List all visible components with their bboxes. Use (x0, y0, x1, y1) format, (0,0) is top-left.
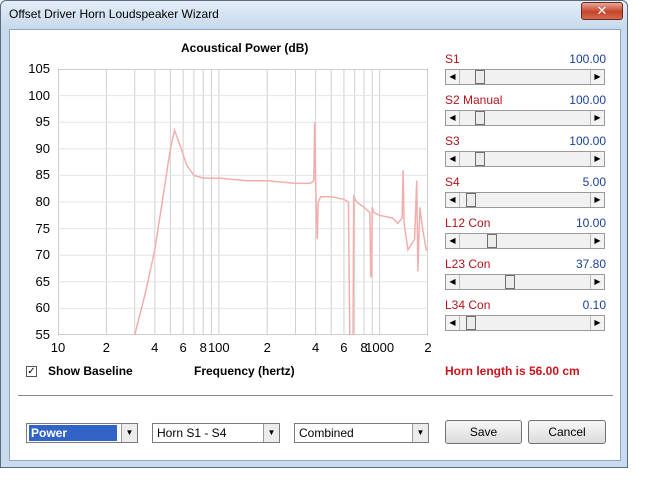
power-chart (58, 69, 428, 335)
slider-label: L12 Con (445, 216, 491, 230)
scroll-left-icon[interactable]: ◀ (446, 275, 460, 289)
slider-value: 10.00 (575, 216, 606, 230)
slider-track[interactable]: ◀ ▶ (445, 233, 605, 249)
slider-track[interactable]: ◀ ▶ (445, 274, 605, 290)
scroll-left-icon[interactable]: ◀ (446, 70, 460, 84)
combination-dropdown-value: Combined (299, 426, 354, 440)
slider-value: 100.00 (569, 52, 606, 66)
x-tick-label: 1000 (365, 340, 395, 355)
slider-thumb[interactable] (504, 275, 515, 289)
y-tick-label: 65 (35, 273, 50, 289)
scroll-right-icon[interactable]: ▶ (590, 234, 604, 248)
slider-value: 100.00 (569, 93, 606, 107)
scroll-right-icon[interactable]: ▶ (590, 316, 604, 330)
y-tick-label: 80 (35, 194, 50, 209)
scroll-left-icon[interactable]: ◀ (446, 111, 460, 125)
x-tick-label: 10 (50, 340, 66, 355)
mode-dropdown[interactable]: Power ▼ (26, 423, 138, 443)
slider-label: S1 (445, 52, 460, 66)
wizard-window: Offset Driver Horn Loudspeaker Wizard ✕ … (0, 0, 628, 468)
x-tick-label: 4 (151, 340, 159, 355)
y-tick-label: 60 (35, 300, 50, 316)
scroll-right-icon[interactable]: ▶ (590, 111, 604, 125)
chart-title: Acoustical Power (dB) (181, 41, 309, 55)
x-tick-label: 8 (199, 340, 207, 355)
y-tick-label: 100 (28, 87, 50, 103)
slider-track[interactable]: ◀ ▶ (445, 151, 605, 167)
chevron-down-icon[interactable]: ▼ (121, 424, 137, 442)
slider-track[interactable]: ◀ ▶ (445, 69, 605, 85)
slider-thumb[interactable] (475, 70, 486, 84)
y-tick-label: 55 (35, 327, 50, 342)
chevron-down-icon[interactable]: ▼ (263, 424, 279, 442)
window-title: Offset Driver Horn Loudspeaker Wizard (9, 7, 219, 21)
slider-label: S2 Manual (445, 93, 503, 107)
slider-value: 100.00 (569, 134, 606, 148)
slider-thumb[interactable] (475, 111, 486, 125)
x-tick-label: 2 (102, 340, 111, 355)
scroll-right-icon[interactable]: ▶ (590, 70, 604, 84)
combination-dropdown[interactable]: Combined ▼ (294, 423, 429, 443)
slider-thumb[interactable] (486, 234, 497, 248)
slider-thumb[interactable] (465, 193, 476, 207)
divider (18, 395, 613, 397)
scroll-right-icon[interactable]: ▶ (590, 193, 604, 207)
show-baseline-checkbox[interactable]: ✓ (26, 366, 37, 377)
slider-label: L23 Con (445, 257, 491, 271)
scroll-left-icon[interactable]: ◀ (446, 316, 460, 330)
scroll-right-icon[interactable]: ▶ (590, 275, 604, 289)
title-bar[interactable]: Offset Driver Horn Loudspeaker Wizard ✕ (1, 1, 627, 29)
slider-value: 5.00 (582, 175, 606, 189)
x-tick-label: 100 (207, 340, 230, 355)
y-tick-label: 90 (35, 140, 50, 156)
scroll-left-icon[interactable]: ◀ (446, 234, 460, 248)
scroll-right-icon[interactable]: ▶ (590, 152, 604, 166)
y-tick-label: 95 (35, 114, 50, 130)
slider-label: S4 (445, 175, 460, 189)
slider-track[interactable]: ◀ ▶ (445, 192, 605, 208)
y-tick-label: 75 (35, 220, 50, 236)
show-baseline-label[interactable]: Show Baseline (48, 364, 133, 378)
x-tick-label: 2 (424, 340, 432, 355)
x-tick-label: 2 (263, 340, 271, 355)
section-dropdown[interactable]: Horn S1 - S4 ▼ (152, 423, 280, 443)
scroll-left-icon[interactable]: ◀ (446, 193, 460, 207)
x-tick-label: 4 (311, 340, 320, 355)
x-tick-label: 6 (340, 340, 348, 355)
slider-value: 0.10 (582, 298, 606, 312)
slider-label: S3 (445, 134, 460, 148)
y-tick-label: 70 (35, 247, 50, 263)
slider-value: 37.80 (575, 257, 606, 271)
cancel-button[interactable]: Cancel (528, 420, 606, 444)
save-button[interactable]: Save (445, 420, 522, 444)
slider-thumb[interactable] (475, 152, 486, 166)
x-axis-label: Frequency (hertz) (194, 364, 295, 378)
client-area: Acoustical Power (dB) 105 100 95 90 85 80 75 70… (9, 29, 621, 461)
slider-label: L34 Con (445, 298, 491, 312)
y-tick-label: 85 (35, 167, 50, 183)
x-tick-label: 6 (179, 340, 187, 355)
chevron-down-icon[interactable]: ▼ (412, 424, 428, 442)
section-dropdown-value: Horn S1 - S4 (157, 426, 227, 440)
slider-track[interactable]: ◀ ▶ (445, 110, 605, 126)
y-tick-label: 105 (28, 61, 50, 76)
mode-dropdown-value: Power (29, 425, 117, 441)
close-icon[interactable]: ✕ (581, 2, 623, 20)
slider-thumb[interactable] (465, 316, 476, 330)
horn-length-text: Horn length is 56.00 cm (445, 364, 580, 378)
scroll-left-icon[interactable]: ◀ (446, 152, 460, 166)
slider-track[interactable]: ◀ ▶ (445, 315, 605, 331)
